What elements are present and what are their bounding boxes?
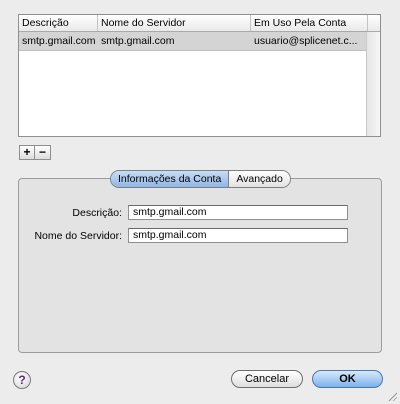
column-header-em-uso[interactable]: Em Uso Pela Conta <box>251 15 368 31</box>
help-button[interactable]: ? <box>13 371 31 389</box>
cell-em-uso: usuario@splicenet.c... <box>254 35 358 47</box>
smtp-server-table[interactable]: Descrição Nome do Servidor Em Uso Pela C… <box>18 14 381 137</box>
cancel-button[interactable]: Cancelar <box>231 370 303 388</box>
tab-avancado[interactable]: Avançado <box>229 171 290 187</box>
column-header-descricao[interactable]: Descrição <box>19 15 98 31</box>
nome-servidor-label: Nome do Servidor: <box>34 230 122 242</box>
descricao-field[interactable]: smtp.gmail.com <box>128 205 348 220</box>
table-header: Descrição Nome do Servidor Em Uso Pela C… <box>19 15 380 32</box>
tab-bar: Informações da Conta Avançado <box>110 170 291 188</box>
add-server-button[interactable]: + <box>19 145 35 160</box>
add-remove-group: + − <box>19 145 51 160</box>
cell-descricao: smtp.gmail.com <box>22 35 96 47</box>
nome-servidor-field[interactable]: smtp.gmail.com <box>128 228 348 243</box>
remove-server-button[interactable]: − <box>35 145 51 160</box>
table-scrollbar[interactable] <box>366 32 380 136</box>
ok-button[interactable]: OK <box>312 370 383 388</box>
descricao-label: Descrição: <box>72 207 122 219</box>
column-header-nome-servidor[interactable]: Nome do Servidor <box>98 15 251 31</box>
cell-nome-servidor: smtp.gmail.com <box>101 35 175 47</box>
tab-informacoes-da-conta[interactable]: Informações da Conta <box>111 171 230 187</box>
table-row[interactable]: smtp.gmail.com smtp.gmail.com usuario@sp… <box>19 32 367 51</box>
resize-grip-icon[interactable] <box>387 391 397 401</box>
